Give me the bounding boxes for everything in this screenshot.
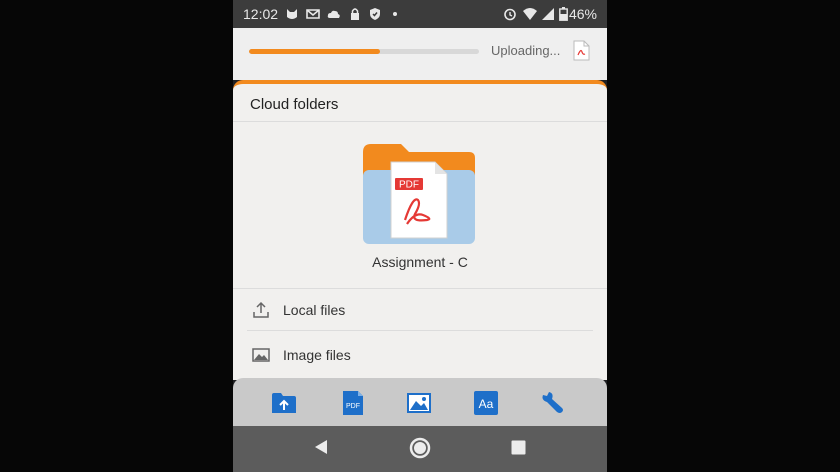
upload-progress-bar: Uploading... bbox=[233, 28, 607, 80]
recents-button[interactable] bbox=[511, 440, 526, 455]
phone-screen: 12:02 46% Uploading... Cloud folders PDF… bbox=[233, 0, 607, 472]
pdf-icon-label: PDF bbox=[346, 403, 360, 410]
cloud-folders-title: Cloud folders bbox=[250, 96, 339, 113]
image-icon bbox=[252, 348, 270, 362]
dot-icon bbox=[393, 12, 397, 16]
cat-icon bbox=[287, 9, 297, 19]
battery-icon bbox=[559, 7, 568, 21]
file-name[interactable]: Assignment - C bbox=[233, 254, 607, 270]
font-icon[interactable]: Aa bbox=[473, 390, 499, 416]
image-files-row[interactable]: Image files bbox=[233, 335, 607, 375]
cloud-icon bbox=[327, 10, 340, 18]
progress-fill bbox=[249, 49, 381, 54]
pdf-badge: PDF bbox=[399, 180, 419, 191]
navigation-bar bbox=[233, 426, 607, 472]
divider bbox=[233, 121, 607, 122]
upload-status-text: Uploading... bbox=[491, 43, 561, 58]
folder-upload-icon[interactable] bbox=[271, 390, 297, 416]
status-time: 12:02 bbox=[243, 6, 279, 22]
upload-icon bbox=[253, 301, 269, 318]
battery-percentage: 46% bbox=[568, 6, 597, 22]
bottom-toolbar: PDF Aa bbox=[233, 378, 607, 426]
cloud-folders-card: Cloud folders PDF Assignment - C Local f… bbox=[233, 80, 607, 380]
pdf-document-icon: PDF bbox=[390, 161, 448, 239]
local-files-label: Local files bbox=[283, 302, 346, 318]
divider bbox=[247, 330, 593, 331]
pdf-file-icon[interactable] bbox=[573, 40, 590, 61]
image-icon[interactable] bbox=[406, 390, 432, 416]
cloud-folder-file[interactable]: PDF bbox=[361, 142, 477, 246]
pdf-icon[interactable]: PDF bbox=[340, 390, 366, 416]
signal-icon bbox=[542, 8, 554, 20]
alarm-icon bbox=[504, 8, 516, 21]
wrench-icon[interactable] bbox=[540, 390, 566, 416]
status-bar: 12:02 46% bbox=[233, 0, 607, 28]
lock-icon bbox=[351, 8, 359, 20]
progress-track bbox=[249, 49, 479, 54]
image-files-label: Image files bbox=[283, 347, 351, 363]
home-button[interactable] bbox=[409, 437, 431, 459]
wifi-icon bbox=[523, 8, 537, 20]
local-files-row[interactable]: Local files bbox=[233, 290, 607, 330]
back-button[interactable] bbox=[313, 438, 329, 456]
shield-icon bbox=[370, 8, 380, 20]
font-icon-label: Aa bbox=[479, 397, 494, 411]
gmail-icon bbox=[306, 9, 320, 19]
divider bbox=[233, 288, 607, 289]
